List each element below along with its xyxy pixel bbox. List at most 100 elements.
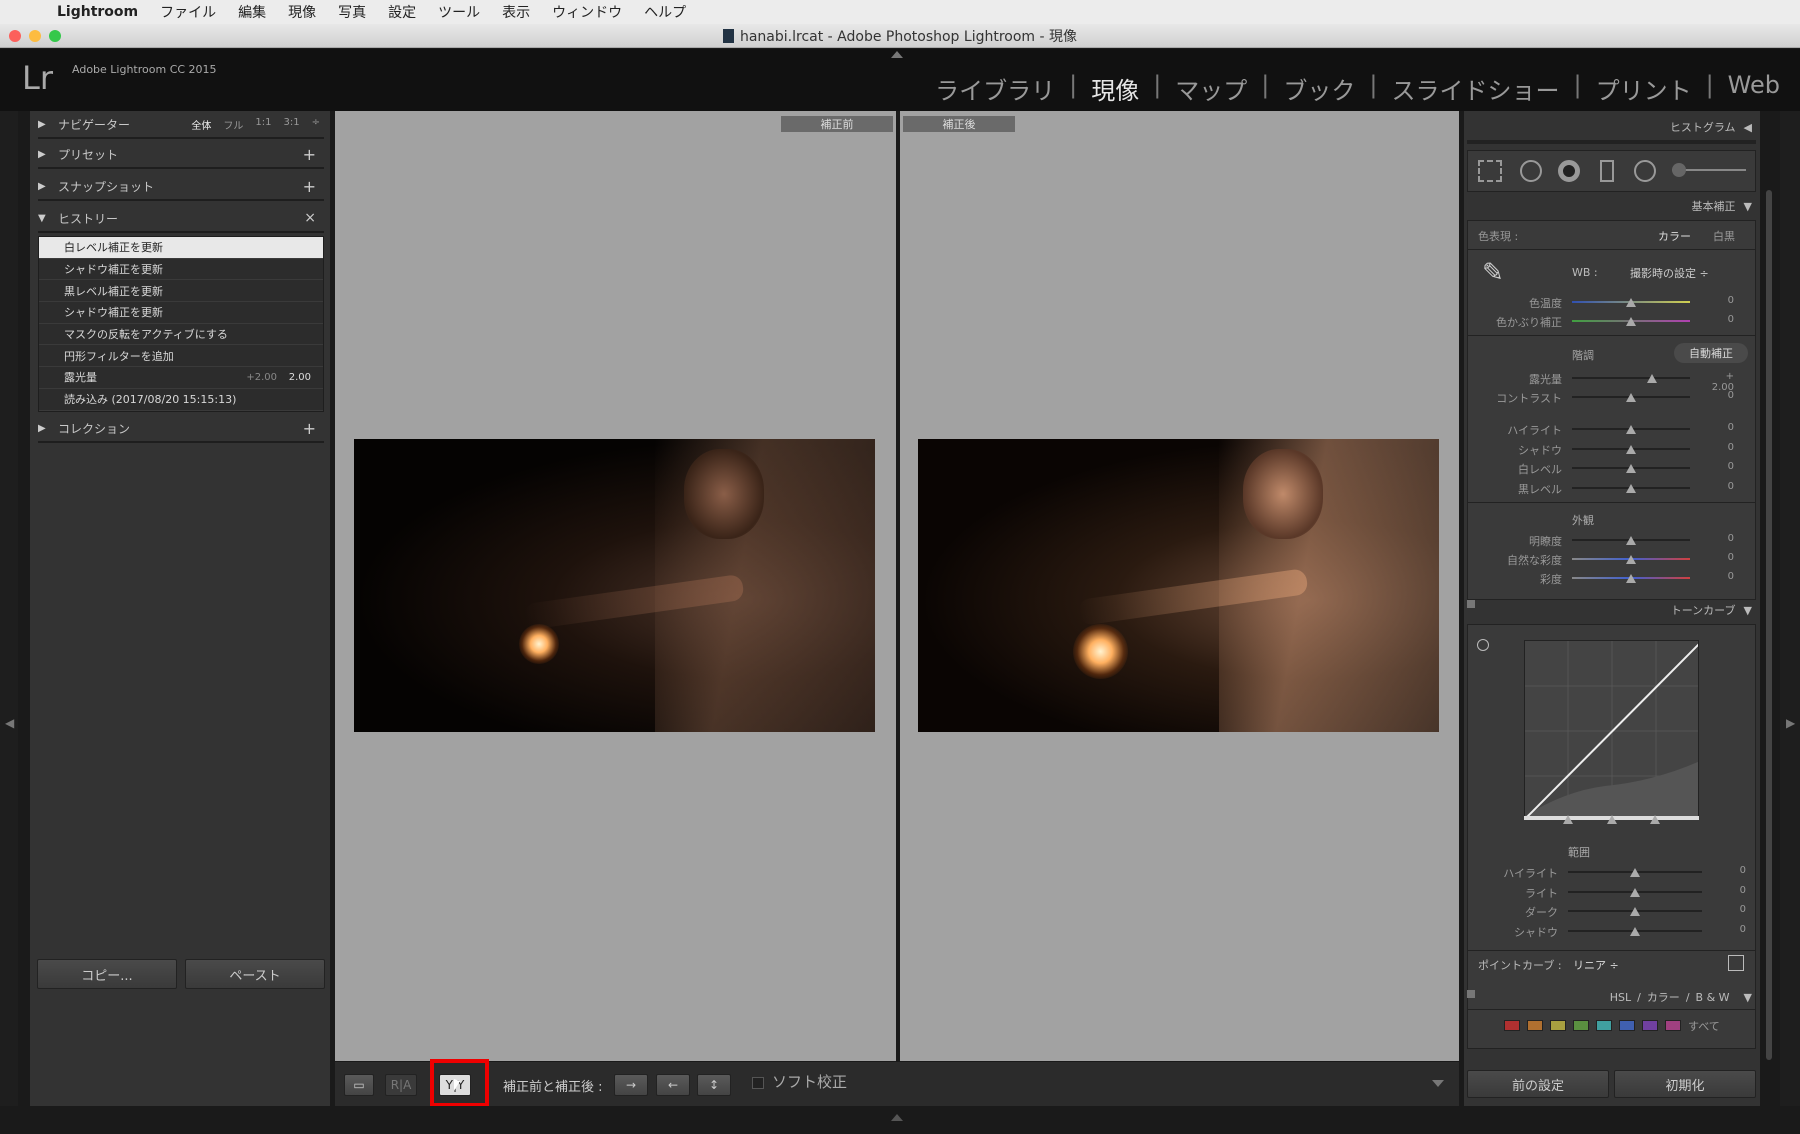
history-item[interactable]: マスクの反転をアクティブにする	[39, 324, 323, 346]
color-swatch-magenta[interactable]	[1665, 1020, 1681, 1031]
module-develop[interactable]: 現像	[1091, 71, 1139, 106]
right-panel-scrollbar[interactable]	[1766, 190, 1772, 1060]
tonecurve-graph[interactable]	[1524, 640, 1699, 820]
basic-header[interactable]: 基本補正 ▼	[1692, 196, 1752, 216]
loupe-view-button[interactable]: ▭	[344, 1074, 374, 1096]
copy-button[interactable]: コピー...	[37, 959, 177, 989]
color-swatch-aqua[interactable]	[1596, 1020, 1612, 1031]
history-item[interactable]: シャドウ補正を更新	[39, 302, 323, 324]
reset-button[interactable]: 初期化	[1614, 1070, 1756, 1098]
soft-proof-checkbox[interactable]	[752, 1077, 764, 1089]
radial-filter-tool-icon[interactable]	[1634, 160, 1656, 182]
slider-handle[interactable]	[1626, 393, 1636, 402]
menu-view[interactable]: 表示	[491, 2, 541, 22]
bottom-panel-toggle-icon[interactable]	[891, 1114, 903, 1121]
history-item[interactable]: 読み込み (2017/08/20 15:15:13)	[39, 389, 323, 411]
slider-handle[interactable]	[1630, 926, 1640, 936]
menu-develop[interactable]: 現像	[277, 2, 327, 22]
slider-value[interactable]: 0	[1716, 865, 1746, 876]
before-photo[interactable]	[354, 439, 875, 732]
slider-value[interactable]: 0	[1704, 533, 1734, 544]
close-window-button[interactable]	[9, 30, 21, 42]
slider-value[interactable]: 0	[1704, 571, 1734, 582]
wb-eyedropper-icon[interactable]: ✎	[1482, 258, 1516, 292]
slider-value[interactable]: 0	[1704, 390, 1734, 401]
snapshots-header[interactable]: ▶ スナップショット +	[38, 173, 324, 201]
tonecurve-toggle-icon[interactable]	[1467, 600, 1475, 608]
add-collection-icon[interactable]: +	[303, 419, 316, 438]
menu-edit[interactable]: 編集	[227, 2, 277, 22]
toolbar-options-dropdown-icon[interactable]	[1432, 1080, 1444, 1087]
menu-window[interactable]: ウィンドウ	[541, 2, 633, 22]
slider-handle[interactable]	[1626, 444, 1636, 454]
color-swatch-green[interactable]	[1573, 1020, 1589, 1031]
copy-after-to-before-button[interactable]: ←	[656, 1074, 690, 1096]
slider-value[interactable]: 0	[1716, 904, 1746, 915]
zoom-window-button[interactable]	[49, 30, 61, 42]
nav-option-3-1[interactable]: 3:1	[284, 117, 300, 132]
slider-handle[interactable]	[1626, 317, 1636, 326]
color-swatch-red[interactable]	[1504, 1020, 1520, 1031]
after-photo[interactable]	[918, 439, 1439, 732]
collections-header[interactable]: ▶ コレクション +	[38, 415, 324, 443]
hsl-toggle-icon[interactable]	[1467, 990, 1475, 998]
nav-option-1-1[interactable]: 1:1	[255, 117, 271, 132]
edit-point-curve-icon[interactable]	[1728, 955, 1744, 971]
history-item[interactable]: 黒レベル補正を更新	[39, 280, 323, 303]
paste-button[interactable]: ペースト	[185, 959, 325, 989]
slider-handle[interactable]	[1630, 868, 1640, 877]
menu-settings[interactable]: 設定	[377, 2, 427, 22]
slider-value[interactable]: 0	[1704, 461, 1734, 472]
module-web[interactable]: Web	[1728, 71, 1780, 106]
history-item[interactable]: シャドウ補正を更新	[39, 259, 323, 281]
color-swatch-yellow[interactable]	[1550, 1020, 1566, 1031]
slider-handle[interactable]	[1626, 464, 1636, 473]
color-tab[interactable]: カラー	[1647, 989, 1680, 1005]
presets-header[interactable]: ▶ プリセット +	[38, 141, 324, 169]
histogram-header[interactable]: ヒストグラム ◀	[1670, 117, 1752, 137]
swap-before-after-button[interactable]: ↕	[697, 1074, 731, 1096]
nav-option-fit[interactable]: 全体	[191, 117, 211, 132]
clear-history-icon[interactable]: ×	[304, 210, 316, 226]
color-swatch-blue[interactable]	[1619, 1020, 1635, 1031]
slider-handle[interactable]	[1630, 887, 1640, 897]
ref-view-button[interactable]: R|A	[385, 1074, 417, 1096]
slider-handle[interactable]	[1647, 374, 1658, 383]
slider-value[interactable]: 0	[1716, 924, 1746, 935]
copy-before-to-after-button[interactable]: →	[614, 1074, 648, 1096]
right-panel-toggle-icon[interactable]: ▶	[1786, 716, 1795, 730]
slider-value[interactable]: 0	[1704, 552, 1734, 563]
slider-handle[interactable]	[1626, 536, 1636, 545]
crop-tool-icon[interactable]	[1478, 160, 1502, 182]
menu-help[interactable]: ヘルプ	[633, 2, 697, 22]
module-map[interactable]: マップ	[1175, 71, 1247, 106]
targeted-adjustment-icon[interactable]	[1477, 639, 1489, 651]
slider-value[interactable]: 0	[1704, 481, 1734, 492]
module-library[interactable]: ライブラリ	[935, 71, 1055, 106]
red-eye-tool-icon[interactable]	[1558, 160, 1580, 182]
auto-tone-button[interactable]: 自動補正	[1674, 343, 1748, 363]
menu-photo[interactable]: 写真	[327, 2, 377, 22]
treatment-bw-option[interactable]: 白黒	[1713, 228, 1735, 244]
color-swatch-purple[interactable]	[1642, 1020, 1658, 1031]
module-book[interactable]: ブック	[1283, 71, 1355, 106]
module-slideshow[interactable]: スライドショー	[1391, 71, 1559, 106]
point-curve-select[interactable]: リニア ÷	[1573, 957, 1619, 973]
wb-select[interactable]: 撮影時の設定 ÷	[1630, 265, 1709, 281]
nav-option-fill[interactable]: フル	[223, 117, 243, 132]
nav-option-dropdown-icon[interactable]: ÷	[312, 117, 320, 132]
history-item[interactable]: 円形フィルターを追加	[39, 345, 323, 368]
treatment-color-option[interactable]: カラー	[1658, 228, 1691, 244]
menu-tools[interactable]: ツール	[427, 2, 491, 22]
slider-handle[interactable]	[1626, 483, 1636, 493]
minimize-window-button[interactable]	[29, 30, 41, 42]
hsl-tab[interactable]: HSL	[1610, 991, 1631, 1004]
menu-file[interactable]: ファイル	[149, 2, 227, 22]
slider-value[interactable]: 0	[1704, 295, 1734, 306]
navigator-header[interactable]: ▶ ナビゲーター 全体 フル 1:1 3:1 ÷	[38, 111, 324, 139]
add-preset-icon[interactable]: +	[303, 145, 316, 164]
previous-settings-button[interactable]: 前の設定	[1467, 1070, 1609, 1098]
color-swatch-orange[interactable]	[1527, 1020, 1543, 1031]
slider-handle[interactable]	[1626, 555, 1636, 564]
history-item[interactable]: 白レベル補正を更新	[39, 237, 323, 259]
